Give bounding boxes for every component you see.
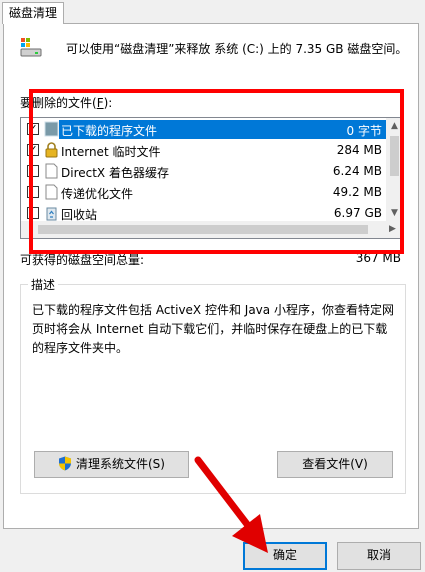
checkbox[interactable] (27, 165, 39, 177)
list-item-size: 0 字节 (346, 124, 382, 138)
list-item[interactable]: ✓ Internet 临时文件 284 MB (21, 140, 388, 161)
list-item-name: 传递优化文件 (61, 187, 134, 201)
scroll-thumb[interactable] (390, 136, 399, 176)
download-folder-icon (44, 121, 59, 137)
view-files-button[interactable]: 查看文件(V) (277, 451, 393, 478)
list-item[interactable]: 传递优化文件 49.2 MB (21, 182, 388, 203)
recycle-bin-icon (46, 207, 57, 221)
file-icon (45, 184, 58, 200)
description-text: 已下载的程序文件包括 ActiveX 控件和 Java 小程序，你查看特定网页时… (32, 303, 394, 355)
description-title: 描述 (28, 276, 59, 293)
files-to-delete-label: 要删除的文件(F): (20, 96, 113, 110)
total-gain-label: 可获得的磁盘空间总量: (20, 253, 145, 267)
checkbox[interactable]: ✓ (27, 123, 39, 135)
checkbox[interactable] (27, 186, 39, 198)
list-item-size: 284 MB (336, 143, 382, 157)
file-icon (45, 163, 58, 179)
list-item-name: Internet 临时文件 (61, 145, 161, 159)
ok-button[interactable]: 确定 (243, 542, 327, 570)
checkbox[interactable] (27, 207, 39, 219)
checkbox[interactable]: ✓ (27, 144, 39, 156)
lock-icon (45, 142, 58, 158)
scroll-up-icon[interactable]: ▲ (386, 118, 403, 134)
clean-system-files-label: 清理系统文件(S) (76, 457, 165, 471)
scroll-right-icon[interactable]: ▶ (384, 221, 401, 238)
scroll-thumb[interactable] (38, 225, 368, 234)
vertical-scrollbar[interactable]: ▲ ▼ (386, 118, 403, 221)
list-item-size: 6.97 GB (333, 206, 382, 220)
cancel-button[interactable]: 取消 (337, 542, 421, 570)
list-item-size: 6.24 MB (332, 164, 382, 178)
header-text: 可以使用“磁盘清理”来释放 系统 (C:) 上的 7.35 GB 磁盘空间。 (66, 42, 408, 56)
tab-disk-cleanup[interactable]: 磁盘清理 (2, 2, 64, 24)
clean-system-files-button[interactable]: 清理系统文件(S) (34, 451, 189, 478)
list-item[interactable]: DirectX 着色器缓存 6.24 MB (21, 161, 388, 182)
drive-icon (20, 38, 42, 57)
uac-shield-icon (59, 456, 71, 471)
scroll-down-icon[interactable]: ▼ (386, 205, 403, 221)
horizontal-scrollbar[interactable]: ▶ (21, 221, 403, 238)
list-item[interactable]: ✓ 已下载的程序文件 0 字节 (21, 119, 388, 140)
files-list[interactable]: ✓ 已下载的程序文件 0 字节 ✓ Internet 临时文件 284 MB D… (20, 117, 404, 239)
list-item-name: DirectX 着色器缓存 (61, 166, 169, 180)
total-gain-value: 367 MB (355, 251, 401, 265)
list-item-size: 49.2 MB (332, 185, 382, 199)
list-item-name: 已下载的程序文件 (61, 124, 158, 138)
